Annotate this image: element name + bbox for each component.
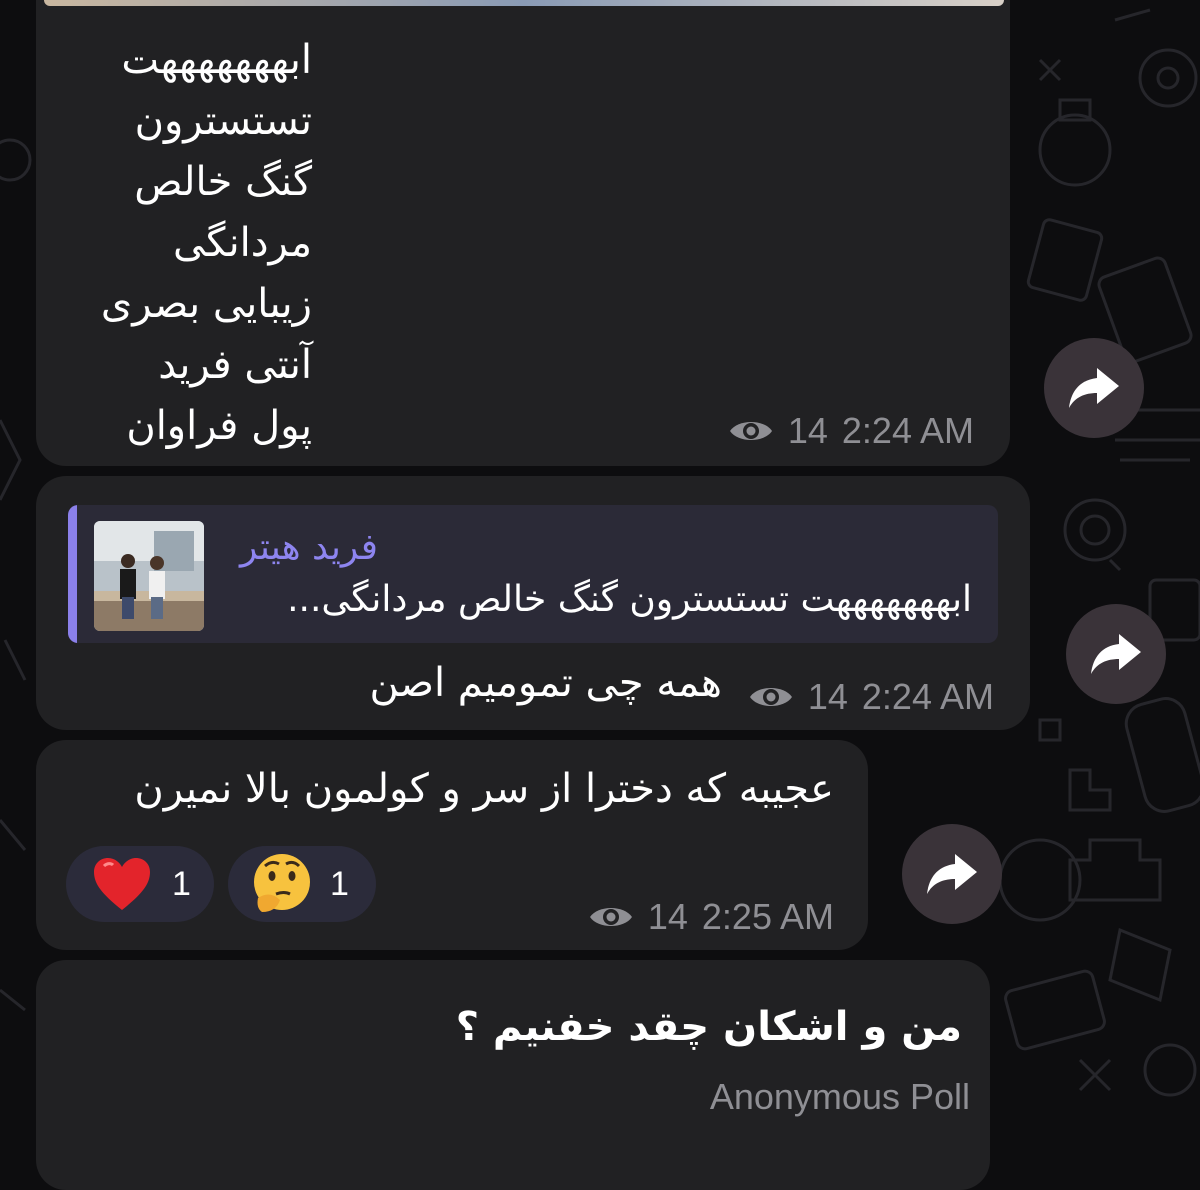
message-text: ابهههههههت تستسترون گنگ خالص مردانگی زیب… bbox=[101, 30, 312, 457]
reaction-thinking[interactable]: 1 bbox=[228, 846, 376, 922]
reaction-count: 1 bbox=[330, 864, 349, 903]
message-time: 2:24 AM bbox=[861, 676, 994, 717]
share-arrow-icon bbox=[1069, 368, 1119, 408]
message-time: 2:25 AM bbox=[701, 896, 834, 937]
poll-type-label: Anonymous Poll bbox=[709, 1076, 970, 1117]
eye-icon bbox=[729, 422, 772, 440]
forward-button[interactable] bbox=[902, 824, 1002, 924]
reaction-heart[interactable]: 1 bbox=[66, 846, 214, 922]
reply-quote-text: ابهههههههت تستسترون گنگ خالص مردانگی... bbox=[287, 579, 972, 620]
message-meta: 14 2:24 AM bbox=[728, 410, 974, 452]
message-line: آنتی فرید bbox=[158, 342, 312, 388]
share-arrow-icon bbox=[927, 854, 977, 894]
message-line: تستسترون bbox=[134, 98, 312, 144]
reply-preview[interactable]: فرید هیتر ابهههههههت تستسترون گنگ خالص م… bbox=[68, 505, 998, 643]
message-meta: 14 2:25 AM bbox=[588, 896, 834, 938]
message-line: زیبایی بصری bbox=[100, 281, 312, 327]
heart-icon bbox=[94, 858, 150, 910]
share-arrow-icon bbox=[1091, 634, 1141, 674]
poll-bubble[interactable] bbox=[36, 960, 990, 1190]
view-count: 14 bbox=[807, 676, 848, 717]
reply-sender-name: فرید هیتر bbox=[239, 527, 378, 568]
reaction-count: 1 bbox=[172, 864, 191, 903]
forward-button[interactable] bbox=[1044, 338, 1144, 438]
poll-question: من و اشکان چقد خفنیم ؟ bbox=[455, 1004, 962, 1050]
message-time: 2:24 AM bbox=[841, 410, 974, 451]
eye-icon bbox=[589, 908, 632, 926]
message-line: گنگ خالص bbox=[134, 159, 312, 205]
reply-thumbnail bbox=[94, 521, 204, 631]
view-count: 14 bbox=[647, 896, 688, 937]
message-line: پول فراوان bbox=[126, 403, 312, 449]
message-text: عجیبه که دخترا از سر و کولمون بالا نمیرن bbox=[134, 766, 834, 812]
message-meta: 14 2:24 AM bbox=[748, 676, 994, 718]
eye-icon bbox=[749, 688, 792, 706]
message-line: ابهههههههت bbox=[121, 37, 312, 83]
media-image-partial[interactable] bbox=[44, 0, 1004, 6]
forward-button[interactable] bbox=[1066, 604, 1166, 704]
thinking-face-icon bbox=[254, 854, 310, 912]
message-line: مردانگی bbox=[173, 220, 312, 266]
message-bubble-1[interactable]: ابهههههههت تستسترون گنگ خالص مردانگی زیب… bbox=[36, 0, 1010, 466]
message-text: همه چی تمومیم اصن bbox=[369, 660, 722, 706]
reply-accent-bar bbox=[68, 505, 77, 643]
view-count: 14 bbox=[787, 410, 828, 451]
